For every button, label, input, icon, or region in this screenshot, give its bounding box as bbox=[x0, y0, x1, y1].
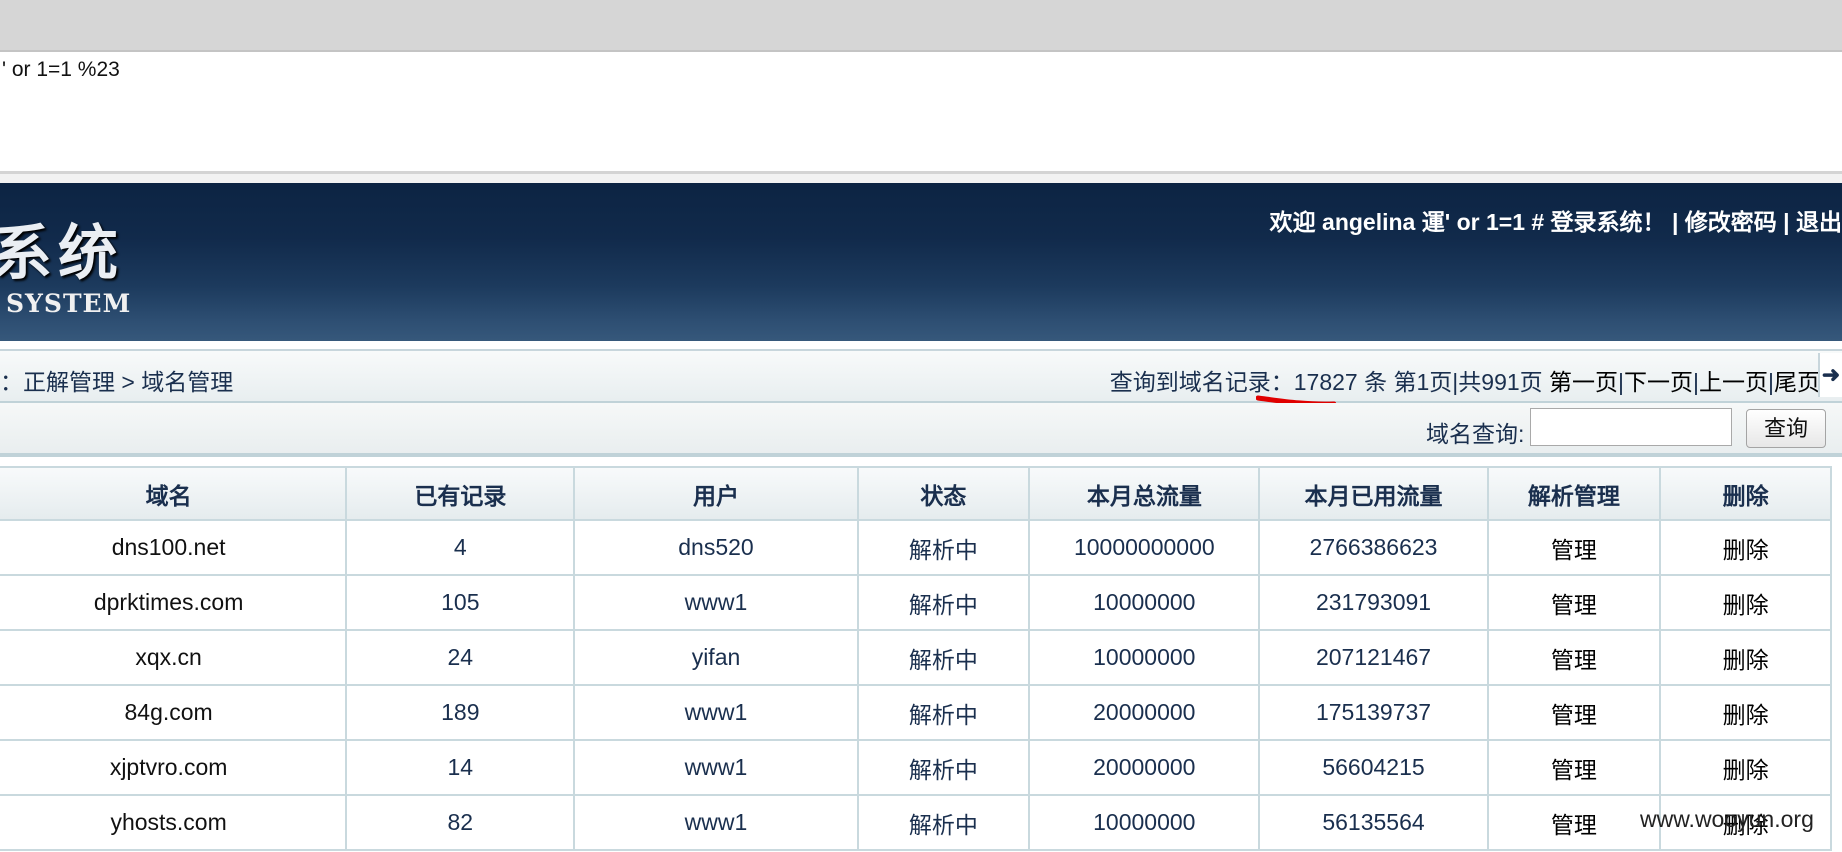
table-row: xqx.cn 24 yifan 解析中 10000000 207121467 管… bbox=[0, 629, 1832, 686]
records-cell: 82 bbox=[345, 794, 576, 851]
user-cell: dns520 bbox=[573, 519, 859, 576]
status-cell: 解析中 bbox=[856, 519, 1031, 576]
column-header: 用户 bbox=[573, 466, 859, 521]
used-traffic-cell: 56135564 bbox=[1258, 794, 1489, 851]
table-row: dprktimes.com 105 www1 解析中 10000000 2317… bbox=[0, 574, 1832, 631]
domain-cell: 84g.com bbox=[0, 684, 348, 741]
next-page-link[interactable]: 下一页 bbox=[1624, 369, 1693, 395]
delete-link[interactable]: 删除 bbox=[1659, 574, 1832, 631]
records-label: 查询到域名记录： bbox=[1109, 369, 1294, 395]
used-traffic-cell: 207121467 bbox=[1258, 629, 1489, 686]
delete-link[interactable]: 删除 bbox=[1659, 739, 1832, 796]
domain-table: 域名 已有记录 用户 状态 本月总流量 本月已用流量 解析管理 删除 dns10… bbox=[0, 466, 1832, 851]
column-header: 状态 bbox=[856, 466, 1031, 521]
manage-link[interactable]: 管理 bbox=[1486, 739, 1662, 796]
breadcrumb: ：正解管理 > 域名管理 bbox=[0, 369, 234, 395]
user-cell: yifan bbox=[573, 629, 859, 686]
column-header: 本月已用流量 bbox=[1258, 466, 1489, 521]
domain-cell: xqx.cn bbox=[0, 629, 348, 686]
brand-subtitle: SYSTEM bbox=[6, 289, 132, 318]
search-bar: 域名查询: 查询 bbox=[0, 403, 1842, 457]
total-traffic-cell: 20000000 bbox=[1028, 684, 1261, 741]
welcome-separator: | bbox=[1776, 209, 1796, 235]
query-textarea[interactable]: ' or 1=1 %23 bbox=[0, 52, 1842, 174]
total-traffic-cell: 10000000 bbox=[1028, 574, 1261, 631]
arrow-right-icon[interactable]: ➜ bbox=[1818, 353, 1842, 397]
table-row: dns100.net 4 dns520 解析中 10000000000 2766… bbox=[0, 519, 1832, 576]
manage-link[interactable]: 管理 bbox=[1486, 519, 1662, 576]
welcome-bar: 欢迎 angelina 運' or 1=1 # 登录系统！ | 修改密码 | 退… bbox=[1270, 203, 1842, 237]
records-unit: 条 第1页|共991页 bbox=[1357, 369, 1550, 395]
watermark: www.wooyun.org bbox=[1640, 806, 1814, 832]
search-button[interactable]: 查询 bbox=[1746, 409, 1826, 448]
delete-link[interactable]: 删除 bbox=[1659, 519, 1832, 576]
nav-bar: ：正解管理 > 域名管理 查询到域名记录：17827 条 第1页|共991页 第… bbox=[0, 349, 1842, 404]
query-textarea-value: ' or 1=1 %23 bbox=[2, 58, 120, 81]
used-traffic-cell: 175139737 bbox=[1258, 684, 1489, 741]
manage-link[interactable]: 管理 bbox=[1486, 574, 1662, 631]
table-row: yhosts.com 82 www1 解析中 10000000 56135564… bbox=[0, 794, 1832, 851]
table-row: 84g.com 189 www1 解析中 20000000 175139737 … bbox=[0, 684, 1832, 741]
table-row: xjptvro.com 14 www1 解析中 20000000 5660421… bbox=[0, 739, 1832, 796]
column-header: 域名 bbox=[0, 466, 348, 521]
used-traffic-cell: 2766386623 bbox=[1258, 519, 1489, 576]
domain-search-label: 域名查询: bbox=[1426, 421, 1525, 447]
user-cell: www1 bbox=[573, 574, 859, 631]
used-traffic-cell: 56604215 bbox=[1258, 739, 1489, 796]
brand-title: 系统 bbox=[0, 219, 124, 289]
domain-cell: dprktimes.com bbox=[0, 574, 348, 631]
table-header-row: 域名 已有记录 用户 状态 本月总流量 本月已用流量 解析管理 删除 bbox=[0, 466, 1832, 521]
domain-cell: yhosts.com bbox=[0, 794, 348, 851]
prev-page-link[interactable]: 上一页 bbox=[1699, 369, 1768, 395]
user-cell: www1 bbox=[573, 739, 859, 796]
user-cell: www1 bbox=[573, 794, 859, 851]
records-cell: 24 bbox=[345, 629, 576, 686]
change-password-link[interactable]: 修改密码 bbox=[1685, 209, 1777, 235]
last-page-link[interactable]: 尾页 bbox=[1774, 369, 1820, 395]
records-cell: 4 bbox=[345, 519, 576, 576]
column-header: 已有记录 bbox=[345, 466, 576, 521]
column-header: 解析管理 bbox=[1486, 466, 1662, 521]
welcome-text: 欢迎 angelina 運' or 1=1 # 登录系统！ | bbox=[1269, 209, 1685, 235]
domain-cell: xjptvro.com bbox=[0, 739, 348, 796]
divider bbox=[0, 174, 1842, 183]
manage-link[interactable]: 管理 bbox=[1486, 684, 1662, 741]
used-traffic-cell: 231793091 bbox=[1258, 574, 1489, 631]
records-cell: 105 bbox=[345, 574, 576, 631]
records-count: 17827 bbox=[1293, 369, 1358, 395]
records-cell: 14 bbox=[345, 739, 576, 796]
logout-link[interactable]: 退出 bbox=[1796, 209, 1842, 235]
status-cell: 解析中 bbox=[856, 574, 1031, 631]
status-cell: 解析中 bbox=[856, 629, 1031, 686]
pagination-info: 查询到域名记录：17827 条 第1页|共991页 第一页|下一页|上一页|尾页 bbox=[1110, 363, 1820, 397]
records-cell: 189 bbox=[345, 684, 576, 741]
status-cell: 解析中 bbox=[856, 684, 1031, 741]
total-traffic-cell: 10000000 bbox=[1028, 794, 1261, 851]
manage-link[interactable]: 管理 bbox=[1486, 629, 1662, 686]
status-cell: 解析中 bbox=[856, 739, 1031, 796]
domain-cell: dns100.net bbox=[0, 519, 348, 576]
browser-toolbar bbox=[0, 0, 1842, 52]
total-traffic-cell: 10000000000 bbox=[1028, 519, 1261, 576]
domain-search-input[interactable] bbox=[1530, 408, 1732, 446]
status-cell: 解析中 bbox=[856, 794, 1031, 851]
total-traffic-cell: 20000000 bbox=[1028, 739, 1261, 796]
site-header: 系统 SYSTEM 欢迎 angelina 運' or 1=1 # 登录系统！ … bbox=[0, 183, 1842, 344]
delete-link[interactable]: 删除 bbox=[1659, 629, 1832, 686]
divider bbox=[0, 341, 1842, 349]
total-traffic-cell: 10000000 bbox=[1028, 629, 1261, 686]
manage-link[interactable]: 管理 bbox=[1486, 794, 1662, 851]
first-page-link[interactable]: 第一页 bbox=[1549, 369, 1618, 395]
delete-link[interactable]: 删除 bbox=[1659, 684, 1832, 741]
user-cell: www1 bbox=[573, 684, 859, 741]
column-header: 本月总流量 bbox=[1028, 466, 1261, 521]
column-header: 删除 bbox=[1659, 466, 1832, 521]
